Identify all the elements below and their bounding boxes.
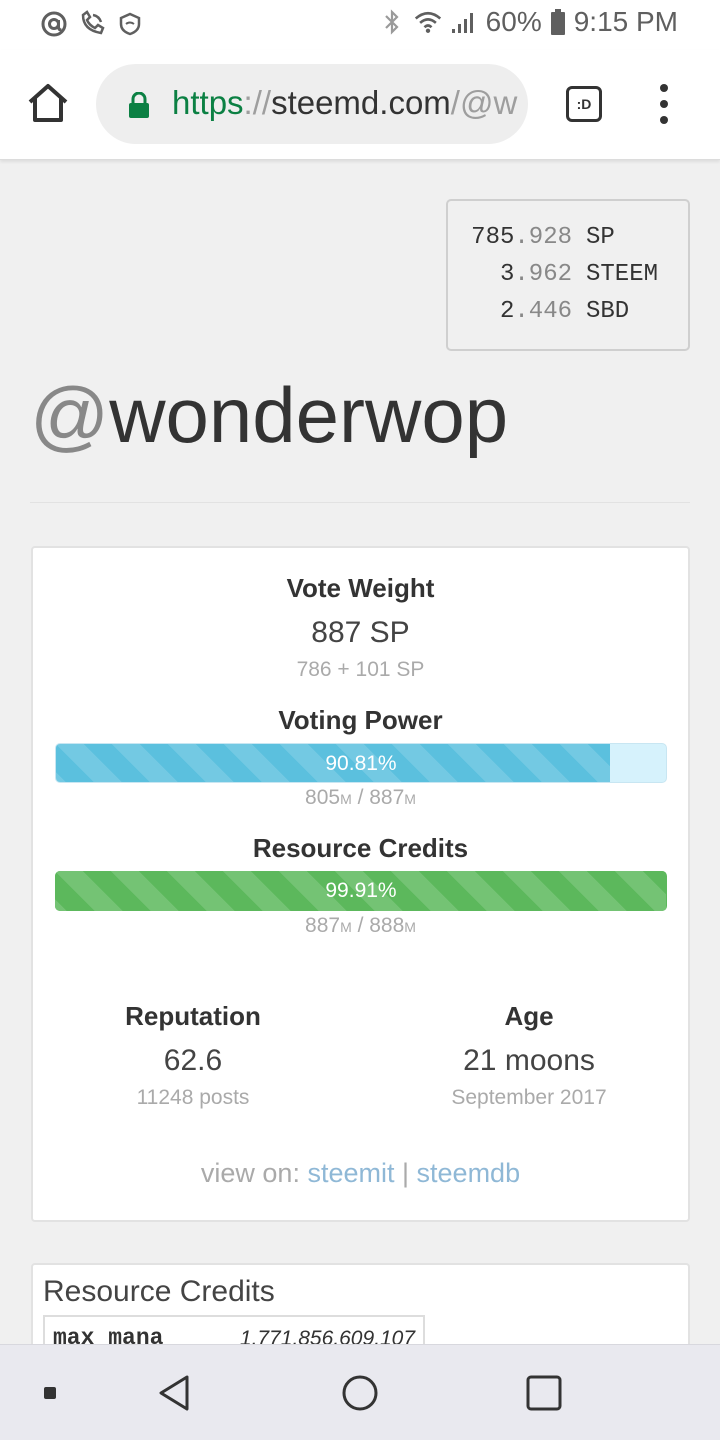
vote-weight-detail: 786 + 101 SP <box>296 658 425 681</box>
rc-current-unit: M <box>340 919 352 935</box>
status-bar: 60% 9:15 PM <box>0 0 720 50</box>
vp-current-unit: M <box>340 791 352 807</box>
tab-switcher-button[interactable]: :D <box>566 86 602 122</box>
reputation-block: Reputation 62.6 11248 posts <box>33 1001 353 1110</box>
home-button[interactable] <box>24 80 72 128</box>
balance-row-steem: 3.962 STEEM <box>468 256 668 293</box>
vp-current: 805 <box>305 786 341 809</box>
rc-max-unit: M <box>404 919 416 935</box>
vp-max-unit: M <box>404 791 416 807</box>
signal-icon <box>450 6 478 38</box>
home-icon <box>28 84 68 122</box>
voting-power-mana: 805M / 887M <box>33 786 688 810</box>
reputation-value: 62.6 <box>163 1044 223 1077</box>
resource-credits-bar: 99.91% <box>55 871 667 911</box>
balance-int: 3 <box>499 261 515 288</box>
reputation-label: Reputation <box>125 1001 261 1031</box>
voting-power-bar: 90.81% <box>55 743 667 783</box>
steemit-link[interactable]: steemit <box>307 1158 394 1188</box>
link-separator: | <box>394 1158 417 1188</box>
square-dot-icon <box>44 1387 56 1399</box>
vp-max: 887 <box>369 786 405 809</box>
vpn-shield-icon <box>116 8 144 40</box>
url-path: /@w <box>450 84 518 121</box>
address-bar[interactable]: https://steemd.com/@w <box>96 64 528 144</box>
username-at: @ <box>30 371 110 459</box>
bluetooth-icon <box>378 6 406 38</box>
balance-unit: SP <box>586 224 615 251</box>
vp-slash: / <box>351 786 370 809</box>
resource-credits-label: Resource Credits <box>252 833 469 863</box>
balance-dec: .446 <box>514 298 572 325</box>
nav-dot-button[interactable] <box>28 1371 72 1415</box>
balance-row-sp: 785.928 SP <box>468 219 668 256</box>
url-host: steemd.com <box>271 84 451 121</box>
vote-weight-value: 887 SP <box>311 616 410 649</box>
vote-weight-label: Vote Weight <box>286 573 435 603</box>
overflow-menu-button[interactable] <box>654 84 674 124</box>
rc-current: 887 <box>305 914 341 937</box>
balance-unit: STEEM <box>586 261 659 288</box>
url-text: https://steemd.com/@w <box>172 84 517 122</box>
rc-table: max mana 1,771,856,609,107 <box>43 1315 425 1344</box>
back-icon <box>159 1375 189 1411</box>
page-content: 785.928 SP 3.962 STEEM 2.446 SBD @wonderwop… <box>0 160 720 1344</box>
at-notification-icon <box>40 8 68 40</box>
view-on-links: view on: steemit | steemdb <box>33 1158 688 1189</box>
reputation-detail: 11248 posts <box>136 1086 250 1109</box>
voting-power-percent: 90.81% <box>325 752 397 775</box>
rc-table-value: 1,771,856,609,107 <box>239 1327 415 1344</box>
stats-card: Vote Weight 887 SP 786 + 101 SP Voting P… <box>31 546 690 1222</box>
resource-credits-mana: 887M / 888M <box>33 914 688 938</box>
wifi-icon <box>414 6 442 38</box>
age-label: Age <box>504 1001 554 1031</box>
username: wonderwop <box>109 371 509 459</box>
recents-button[interactable] <box>522 1371 566 1415</box>
balance-dec: .962 <box>514 261 572 288</box>
back-button[interactable] <box>152 1371 196 1415</box>
menu-dot-icon <box>660 116 668 124</box>
balance-dec: .928 <box>514 224 572 251</box>
battery-percent: 60% <box>485 6 542 37</box>
balance-row-sbd: 2.446 SBD <box>468 293 668 330</box>
steemdb-link[interactable]: steemdb <box>417 1158 521 1188</box>
age-detail: September 2017 <box>451 1086 607 1109</box>
recents-icon <box>526 1375 562 1411</box>
voting-power-label: Voting Power <box>278 705 443 735</box>
url-separator: :// <box>243 84 272 121</box>
home-circle-icon <box>342 1375 378 1411</box>
wifi-calling-icon <box>78 8 106 40</box>
balance-unit: SBD <box>586 298 630 325</box>
lock-icon <box>128 91 150 118</box>
resource-credits-percent: 99.91% <box>325 879 397 902</box>
battery-icon <box>550 6 566 38</box>
rc-table-key: max mana <box>53 1325 164 1344</box>
rc-section-title: Resource Credits <box>43 1275 275 1308</box>
age-block: Age 21 moons September 2017 <box>369 1001 689 1110</box>
balance-int: 785 <box>471 224 515 251</box>
menu-dot-icon <box>660 100 668 108</box>
menu-dot-icon <box>660 84 668 92</box>
url-scheme: https <box>172 84 244 121</box>
page-title: @wonderwop <box>30 370 508 461</box>
balance-box: 785.928 SP 3.962 STEEM 2.446 SBD <box>446 199 690 351</box>
browser-toolbar: https://steemd.com/@w :D <box>0 50 720 160</box>
age-value: 21 moons <box>463 1044 595 1077</box>
system-nav-bar <box>0 1344 720 1440</box>
balance-int: 2 <box>499 298 515 325</box>
view-on-prefix: view on: <box>200 1158 308 1188</box>
rc-max: 888 <box>369 914 405 937</box>
rc-slash: / <box>351 914 370 937</box>
clock: 9:15 PM <box>573 6 678 37</box>
home-nav-button[interactable] <box>338 1371 382 1415</box>
resource-credits-card: Resource Credits max mana 1,771,856,609,… <box>31 1263 690 1344</box>
divider <box>30 502 690 503</box>
